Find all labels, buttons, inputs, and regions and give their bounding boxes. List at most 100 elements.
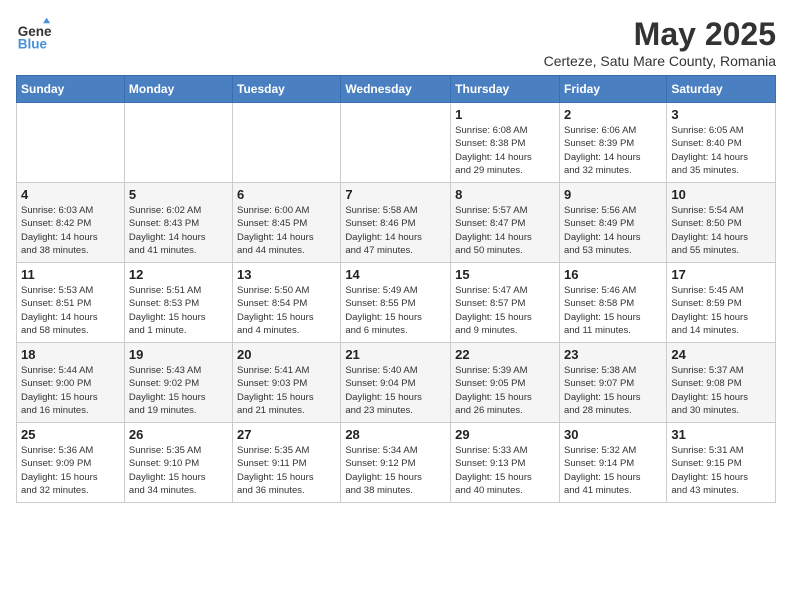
location-subtitle: Certeze, Satu Mare County, Romania [544, 53, 776, 69]
weekday-header: Saturday [667, 76, 776, 103]
day-number: 1 [455, 107, 555, 122]
day-number: 21 [345, 347, 446, 362]
weekday-header: Sunday [17, 76, 125, 103]
calendar-cell: 28Sunrise: 5:34 AMSunset: 9:12 PMDayligh… [341, 423, 451, 503]
day-number: 29 [455, 427, 555, 442]
weekday-header: Tuesday [233, 76, 341, 103]
calendar-cell: 25 Sunrise: 5:36 AMSunset: 9:09 PMDayligh… [17, 423, 125, 503]
weekday-header: Wednesday [341, 76, 451, 103]
calendar-cell [17, 103, 125, 183]
day-number: 31 [671, 427, 771, 442]
day-number: 26 [129, 427, 228, 442]
day-number: 16 [564, 267, 662, 282]
day-content: Sunrise: 5:43 AMSunset: 9:02 PMDaylight:… [129, 364, 228, 417]
calendar-cell: 27 Sunrise: 5:35 AMSunset: 9:11 PMDayligh… [233, 423, 341, 503]
day-number: 18 [21, 347, 120, 362]
calendar-cell: 18 Sunrise: 5:44 AMSunset: 9:00 PMDayligh… [17, 343, 125, 423]
calendar-cell: 26 Sunrise: 5:35 AMSunset: 9:10 PMDayligh… [124, 423, 232, 503]
day-number: 11 [21, 267, 120, 282]
logo: General Blue [16, 16, 52, 52]
page-header: General Blue May 2025 Certeze, Satu Mare… [16, 16, 776, 69]
weekday-header: Friday [559, 76, 666, 103]
day-content: Sunrise: 5:38 AMSunset: 9:07 PMDaylight:… [564, 364, 662, 417]
calendar-cell: 10Sunrise: 5:54 AMSunset: 8:50 PMDayligh… [667, 183, 776, 263]
calendar-table: SundayMondayTuesdayWednesdayThursdayFrid… [16, 75, 776, 503]
day-number: 14 [345, 267, 446, 282]
day-content: Sunrise: 5:39 AMSunset: 9:05 PMDaylight:… [455, 364, 555, 417]
calendar-cell: 2Sunrise: 6:06 AMSunset: 8:39 PMDaylight… [559, 103, 666, 183]
day-number: 8 [455, 187, 555, 202]
calendar-cell: 16Sunrise: 5:46 AMSunset: 8:58 PMDayligh… [559, 263, 666, 343]
calendar-cell: 31 Sunrise: 5:31 AMSunset: 9:15 PMDayligh… [667, 423, 776, 503]
day-content: Sunrise: 5:40 AMSunset: 9:04 PMDaylight:… [345, 364, 446, 417]
day-number: 12 [129, 267, 228, 282]
calendar-cell: 6 Sunrise: 6:00 AMSunset: 8:45 PMDaylight… [233, 183, 341, 263]
day-content: Sunrise: 5:35 AMSunset: 9:10 PMDaylight:… [129, 444, 228, 497]
calendar-cell: 4Sunrise: 6:03 AMSunset: 8:42 PMDaylight… [17, 183, 125, 263]
calendar-week-row: 25 Sunrise: 5:36 AMSunset: 9:09 PMDayligh… [17, 423, 776, 503]
day-content: Sunrise: 6:03 AMSunset: 8:42 PMDaylight:… [21, 204, 120, 257]
calendar-cell: 30 Sunrise: 5:32 AMSunset: 9:14 PMDayligh… [559, 423, 666, 503]
logo-icon: General Blue [16, 16, 52, 52]
day-number: 27 [237, 427, 336, 442]
day-number: 10 [671, 187, 771, 202]
day-number: 5 [129, 187, 228, 202]
day-number: 19 [129, 347, 228, 362]
day-content: Sunrise: 5:50 AMSunset: 8:54 PMDaylight:… [237, 284, 336, 337]
weekday-header-row: SundayMondayTuesdayWednesdayThursdayFrid… [17, 76, 776, 103]
day-content: Sunrise: 6:05 AMSunset: 8:40 PMDaylight:… [671, 124, 771, 177]
calendar-cell: 14Sunrise: 5:49 AMSunset: 8:55 PMDayligh… [341, 263, 451, 343]
calendar-cell: 17Sunrise: 5:45 AMSunset: 8:59 PMDayligh… [667, 263, 776, 343]
day-content: Sunrise: 5:31 AMSunset: 9:15 PMDaylight:… [671, 444, 771, 497]
calendar-cell: 23Sunrise: 5:38 AMSunset: 9:07 PMDayligh… [559, 343, 666, 423]
day-content: Sunrise: 5:56 AMSunset: 8:49 PMDaylight:… [564, 204, 662, 257]
calendar-cell: 1 Sunrise: 6:08 AMSunset: 8:38 PMDaylight… [451, 103, 560, 183]
title-block: May 2025 Certeze, Satu Mare County, Roma… [544, 16, 776, 69]
day-number: 6 [237, 187, 336, 202]
day-content: Sunrise: 5:35 AMSunset: 9:11 PMDaylight:… [237, 444, 336, 497]
calendar-cell: 22 Sunrise: 5:39 AMSunset: 9:05 PMDayligh… [451, 343, 560, 423]
calendar-week-row: 18 Sunrise: 5:44 AMSunset: 9:00 PMDayligh… [17, 343, 776, 423]
day-content: Sunrise: 5:41 AMSunset: 9:03 PMDaylight:… [237, 364, 336, 417]
calendar-cell: 12 Sunrise: 5:51 AMSunset: 8:53 PMDayligh… [124, 263, 232, 343]
day-content: Sunrise: 5:45 AMSunset: 8:59 PMDaylight:… [671, 284, 771, 337]
weekday-header: Thursday [451, 76, 560, 103]
day-content: Sunrise: 5:33 AMSunset: 9:13 PMDaylight:… [455, 444, 555, 497]
day-content: Sunrise: 6:00 AMSunset: 8:45 PMDaylight:… [237, 204, 336, 257]
calendar-cell: 9 Sunrise: 5:56 AMSunset: 8:49 PMDaylight… [559, 183, 666, 263]
calendar-cell: 3 Sunrise: 6:05 AMSunset: 8:40 PMDaylight… [667, 103, 776, 183]
day-content: Sunrise: 5:51 AMSunset: 8:53 PMDaylight:… [129, 284, 228, 337]
day-content: Sunrise: 5:58 AMSunset: 8:46 PMDaylight:… [345, 204, 446, 257]
calendar-cell: 13 Sunrise: 5:50 AMSunset: 8:54 PMDayligh… [233, 263, 341, 343]
day-number: 7 [345, 187, 446, 202]
day-number: 3 [671, 107, 771, 122]
calendar-cell: 21 Sunrise: 5:40 AMSunset: 9:04 PMDayligh… [341, 343, 451, 423]
day-content: Sunrise: 6:02 AMSunset: 8:43 PMDaylight:… [129, 204, 228, 257]
day-number: 25 [21, 427, 120, 442]
day-content: Sunrise: 5:44 AMSunset: 9:00 PMDaylight:… [21, 364, 120, 417]
day-number: 20 [237, 347, 336, 362]
calendar-cell: 11 Sunrise: 5:53 AMSunset: 8:51 PMDayligh… [17, 263, 125, 343]
calendar-cell: 29 Sunrise: 5:33 AMSunset: 9:13 PMDayligh… [451, 423, 560, 503]
day-number: 30 [564, 427, 662, 442]
calendar-cell: 15Sunrise: 5:47 AMSunset: 8:57 PMDayligh… [451, 263, 560, 343]
day-content: Sunrise: 6:08 AMSunset: 8:38 PMDaylight:… [455, 124, 555, 177]
calendar-week-row: 11 Sunrise: 5:53 AMSunset: 8:51 PMDayligh… [17, 263, 776, 343]
day-content: Sunrise: 5:37 AMSunset: 9:08 PMDaylight:… [671, 364, 771, 417]
calendar-cell: 19 Sunrise: 5:43 AMSunset: 9:02 PMDayligh… [124, 343, 232, 423]
calendar-cell: 24Sunrise: 5:37 AMSunset: 9:08 PMDayligh… [667, 343, 776, 423]
day-content: Sunrise: 5:32 AMSunset: 9:14 PMDaylight:… [564, 444, 662, 497]
day-content: Sunrise: 5:53 AMSunset: 8:51 PMDaylight:… [21, 284, 120, 337]
day-content: Sunrise: 6:06 AMSunset: 8:39 PMDaylight:… [564, 124, 662, 177]
day-number: 13 [237, 267, 336, 282]
day-number: 28 [345, 427, 446, 442]
calendar-cell [124, 103, 232, 183]
day-content: Sunrise: 5:57 AMSunset: 8:47 PMDaylight:… [455, 204, 555, 257]
day-content: Sunrise: 5:36 AMSunset: 9:09 PMDaylight:… [21, 444, 120, 497]
month-title: May 2025 [544, 16, 776, 53]
day-number: 9 [564, 187, 662, 202]
calendar-cell: 7 Sunrise: 5:58 AMSunset: 8:46 PMDaylight… [341, 183, 451, 263]
day-number: 22 [455, 347, 555, 362]
calendar-week-row: 1 Sunrise: 6:08 AMSunset: 8:38 PMDaylight… [17, 103, 776, 183]
calendar-cell: 20 Sunrise: 5:41 AMSunset: 9:03 PMDayligh… [233, 343, 341, 423]
